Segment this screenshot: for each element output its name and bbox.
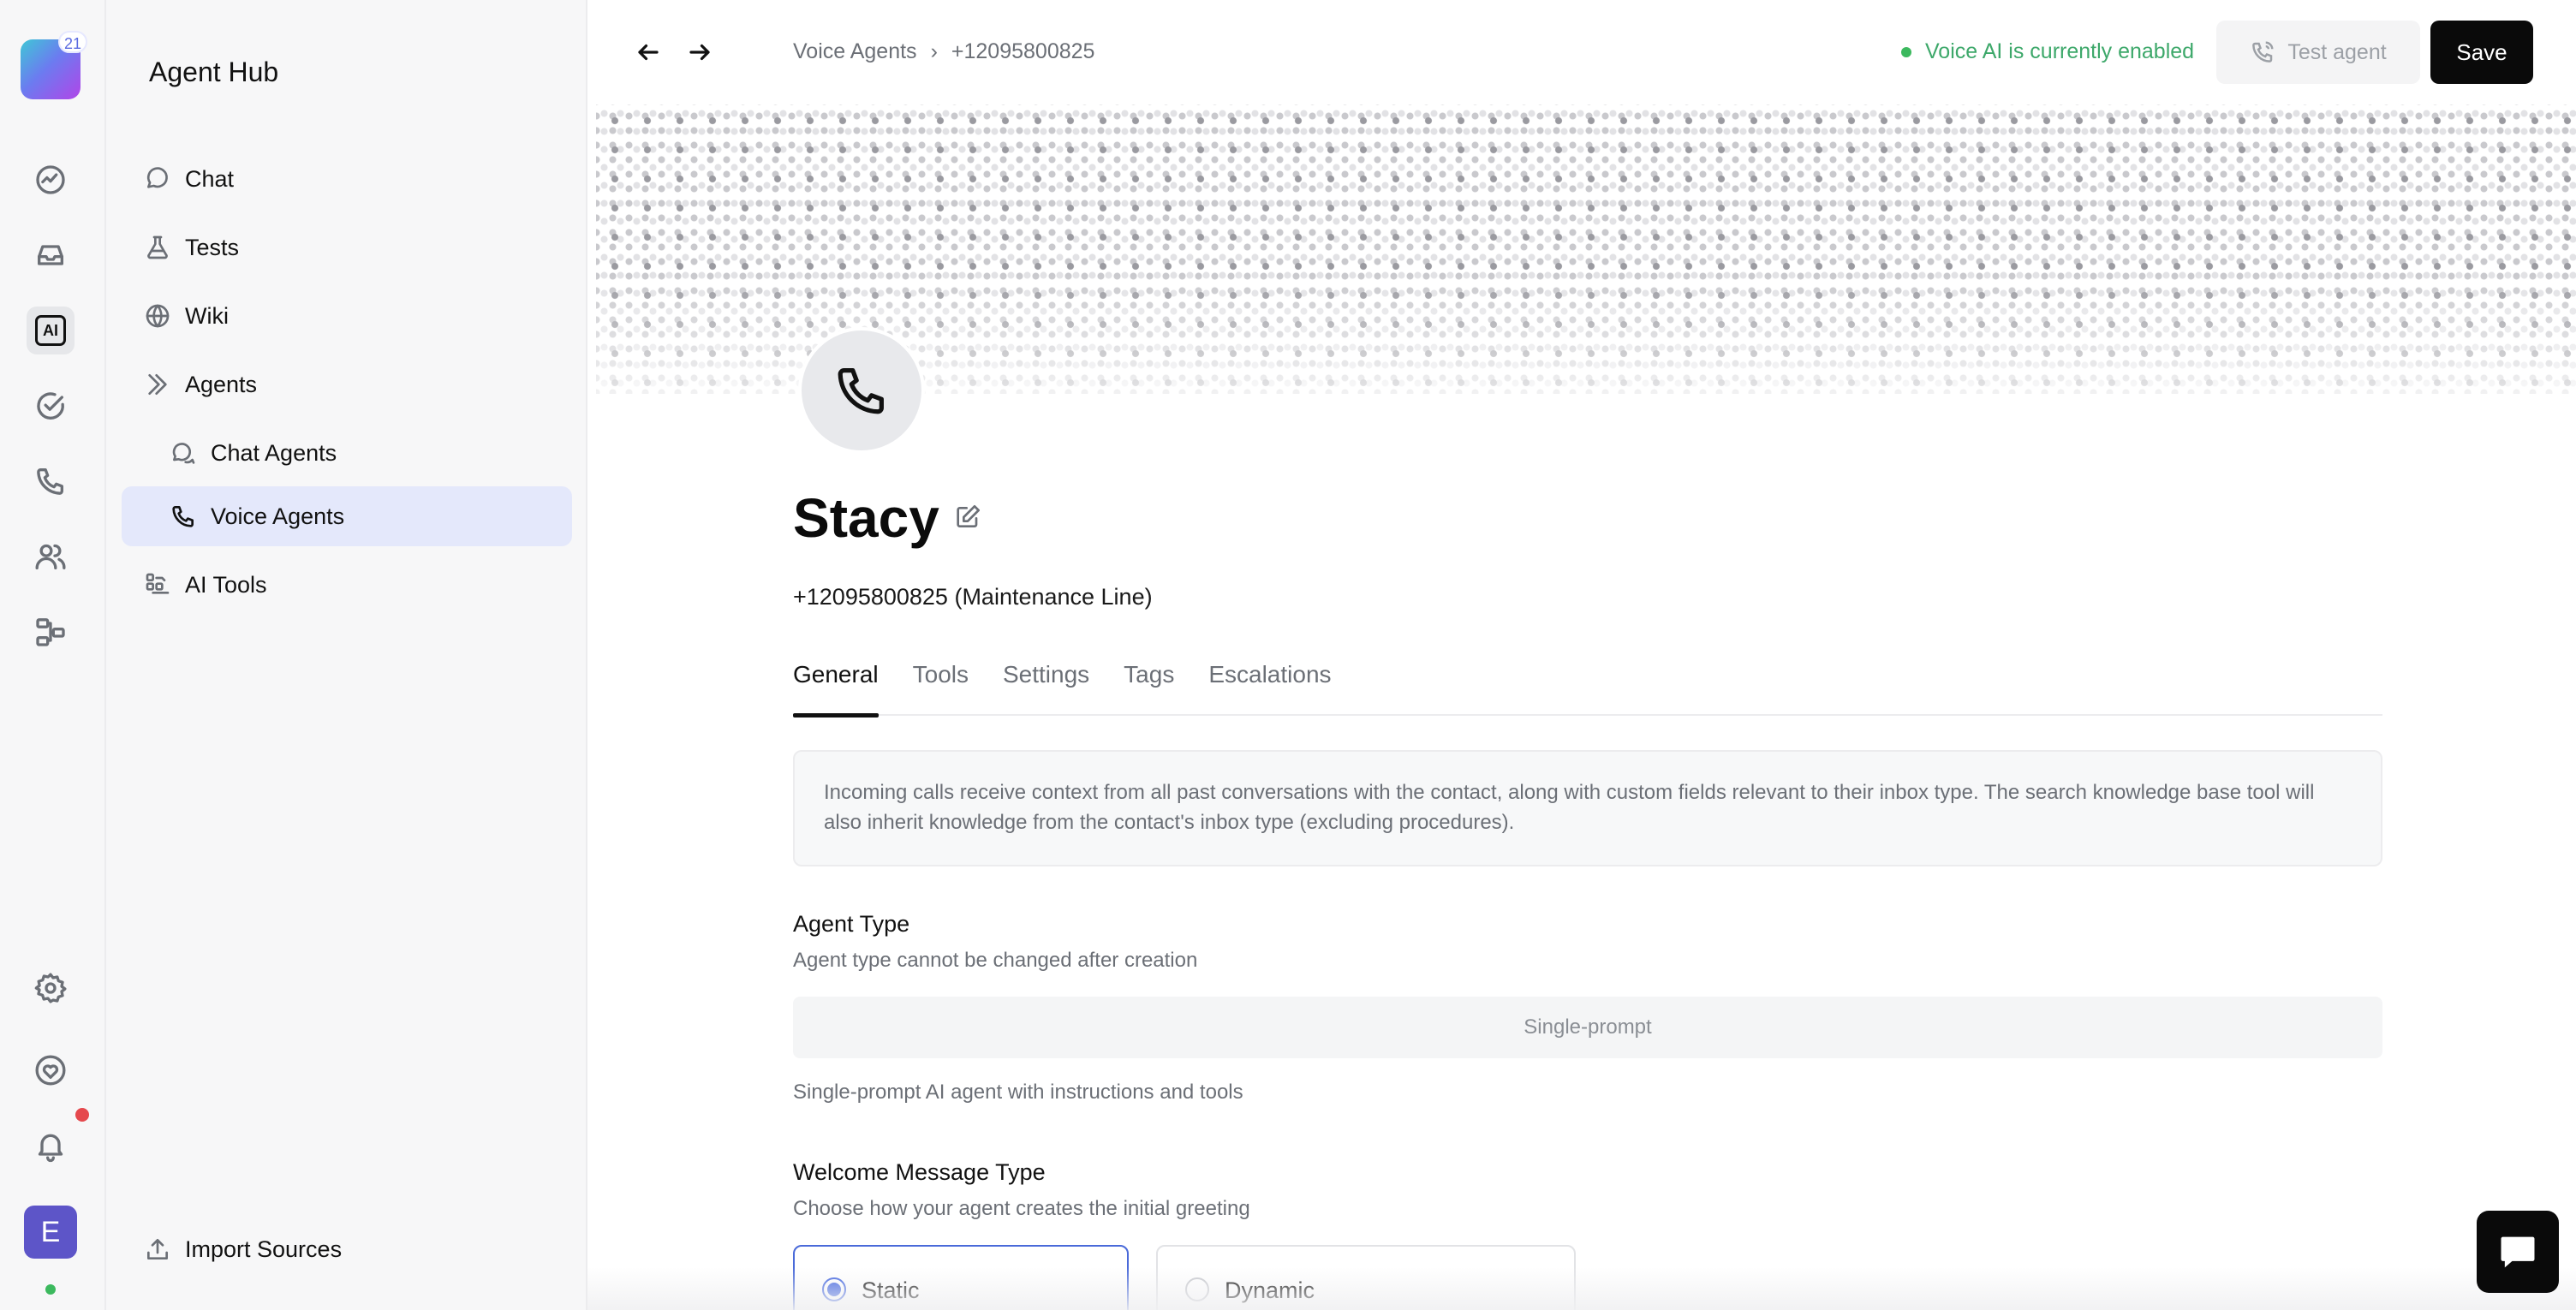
chat-widget-button[interactable]: [2477, 1211, 2559, 1293]
phone-icon: [838, 368, 884, 414]
phone-icon[interactable]: [27, 457, 75, 505]
sidebar: Agent Hub Chat Tests Wiki Agents Chat Ag…: [106, 0, 587, 1310]
welcome-message-desc: Choose how your agent creates the initia…: [793, 1197, 1250, 1220]
test-agent-button[interactable]: Test agent: [2216, 21, 2420, 84]
top-bar: Voice Agents › +12095800825 Voice AI is …: [587, 0, 2576, 104]
forward-arrow-icon[interactable]: [680, 33, 719, 72]
sidebar-item-voice-agents[interactable]: Voice Agents: [122, 486, 572, 546]
tab-settings[interactable]: Settings: [1003, 651, 1089, 716]
import-sources-button[interactable]: Import Sources: [122, 1219, 572, 1279]
edit-name-icon[interactable]: [954, 503, 985, 534]
agent-name: Stacy: [793, 487, 939, 549]
radio-dynamic[interactable]: [1185, 1277, 1209, 1301]
agent-type-help: Single-prompt AI agent with instructions…: [793, 1081, 1243, 1104]
sidebar-item-chat-agents[interactable]: Chat Agents: [122, 423, 572, 483]
breadcrumb-current: +12095800825: [951, 39, 1095, 63]
sidebar-item-wiki[interactable]: Wiki: [122, 286, 572, 346]
tab-tools[interactable]: Tools: [913, 651, 969, 716]
logo-count-badge: 21: [58, 31, 87, 53]
main-content: Voice Agents › +12095800825 Voice AI is …: [587, 0, 2576, 1310]
sidebar-item-chat[interactable]: Chat: [122, 149, 572, 209]
ai-icon[interactable]: AI: [27, 307, 75, 354]
agent-type-title: Agent Type: [793, 911, 910, 937]
sidebar-item-tests[interactable]: Tests: [122, 217, 572, 277]
chat-bubble-icon: [140, 162, 175, 196]
online-status-dot: [45, 1284, 56, 1295]
chevrons-right-icon: [140, 367, 175, 402]
upload-icon: [140, 1232, 175, 1266]
tab-tags[interactable]: Tags: [1124, 651, 1174, 716]
welcome-option-static[interactable]: Static: [793, 1245, 1129, 1310]
phone-icon: [166, 499, 200, 533]
sidebar-item-label: Chat Agents: [211, 439, 337, 466]
breadcrumb-separator: ›: [930, 39, 938, 63]
radio-static[interactable]: [822, 1277, 846, 1301]
notification-dot: [75, 1108, 89, 1122]
sidebar-item-ai-tools[interactable]: AI Tools: [122, 555, 572, 615]
welcome-option-dynamic[interactable]: Dynamic: [1156, 1245, 1576, 1310]
sidebar-item-label: Voice Agents: [211, 503, 345, 529]
avatar[interactable]: E: [24, 1206, 77, 1259]
sidebar-item-label: Tests: [185, 234, 240, 260]
breadcrumb-voice-agents[interactable]: Voice Agents: [793, 39, 917, 64]
sidebar-item-label: AI Tools: [185, 571, 267, 598]
radio-dynamic-label: Dynamic: [1225, 1277, 1315, 1303]
ai-icon-label: AI: [35, 315, 66, 346]
phone-call-icon: [2252, 41, 2274, 63]
save-button[interactable]: Save: [2430, 21, 2533, 84]
import-sources-label: Import Sources: [185, 1236, 343, 1262]
voice-ai-status: Voice AI is currently enabled: [1901, 39, 2194, 64]
chat-icon: [2501, 1236, 2535, 1268]
tab-general[interactable]: General: [793, 651, 879, 718]
tab-escalations[interactable]: Escalations: [1208, 651, 1331, 716]
radio-static-label: Static: [862, 1277, 920, 1303]
globe-icon: [140, 299, 175, 333]
users-icon[interactable]: [27, 533, 75, 581]
sidebar-item-label: Wiki: [185, 302, 229, 329]
sidebar-item-label: Chat: [185, 165, 235, 192]
flask-icon: [140, 230, 175, 265]
agent-avatar[interactable]: [798, 327, 925, 454]
agent-phone-line: +12095800825 (Maintenance Line): [793, 584, 1153, 610]
sidebar-item-agents[interactable]: Agents: [122, 354, 572, 414]
tab-bar: General Tools Settings Tags Escalations: [793, 651, 2382, 718]
tools-grid-icon: [140, 568, 175, 602]
sidebar-title: Agent Hub: [149, 57, 279, 87]
back-arrow-icon[interactable]: [629, 33, 668, 72]
test-agent-label: Test agent: [2287, 39, 2387, 64]
heart-icon[interactable]: [27, 1046, 75, 1094]
agent-type-field: Single-prompt: [793, 997, 2382, 1058]
info-callout: Incoming calls receive context from all …: [793, 750, 2382, 866]
inbox-icon[interactable]: [27, 231, 75, 279]
check-circle-icon[interactable]: [27, 382, 75, 430]
icon-rail: 21 AI E: [0, 0, 106, 1310]
activity-icon[interactable]: [27, 156, 75, 204]
gear-icon[interactable]: [27, 964, 75, 1012]
chat-bubbles-icon: [166, 436, 200, 470]
welcome-message-title: Welcome Message Type: [793, 1159, 1046, 1185]
bell-icon[interactable]: [27, 1122, 75, 1170]
agent-type-desc: Agent type cannot be changed after creat…: [793, 949, 1198, 972]
breadcrumb: Voice Agents › +12095800825: [793, 39, 1094, 64]
sidebar-item-label: Agents: [185, 371, 258, 397]
status-text: Voice AI is currently enabled: [1925, 39, 2195, 63]
status-dot: [1901, 46, 1911, 57]
workflow-icon[interactable]: [27, 608, 75, 656]
